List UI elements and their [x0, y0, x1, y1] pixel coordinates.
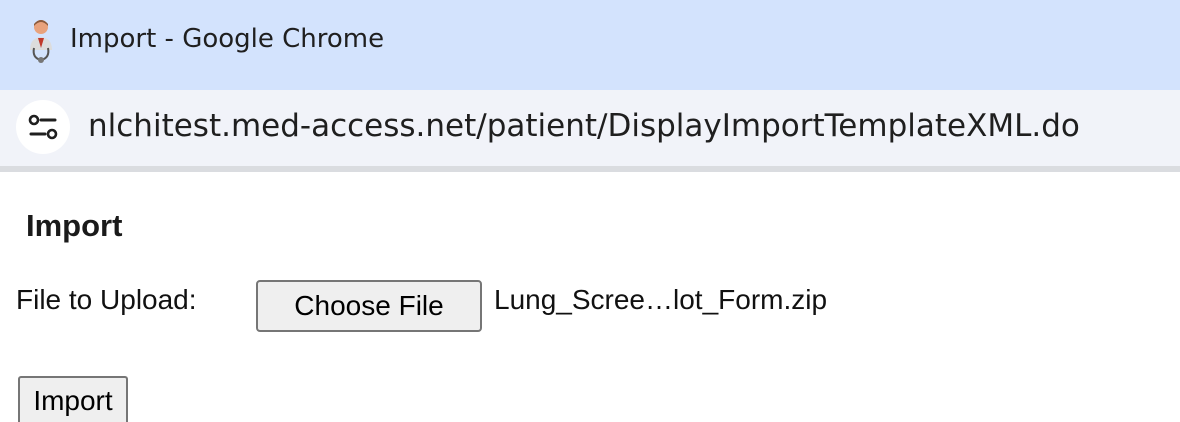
tune-icon — [28, 114, 58, 140]
url-field[interactable]: nlchitest.med-access.net/patient/Display… — [88, 108, 1080, 144]
site-info-button[interactable] — [16, 100, 70, 154]
selected-file-name: Lung_Scree…lot_Form.zip — [494, 284, 828, 315]
window-title: Import - Google Chrome — [70, 24, 385, 54]
address-bar-divider — [0, 166, 1180, 172]
app-doctor-icon — [26, 18, 56, 66]
window-titlebar: Import - Google Chrome — [0, 0, 1180, 90]
page-title: Import — [26, 208, 123, 243]
choose-file-button[interactable]: Choose File — [256, 280, 482, 332]
file-upload-label: File to Upload: — [16, 284, 197, 315]
import-button[interactable]: Import — [18, 376, 128, 422]
